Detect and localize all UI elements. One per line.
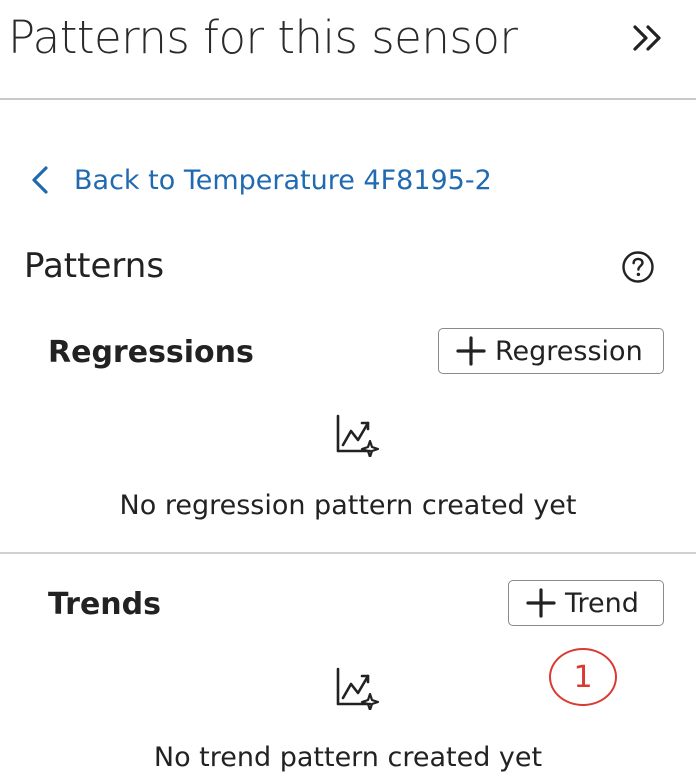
- regressions-empty-message: No regression pattern created yet: [119, 490, 577, 521]
- help-circle-icon: [622, 251, 654, 283]
- chevron-left-icon: [32, 166, 48, 194]
- add-trend-label: Trend: [565, 587, 639, 619]
- step-annotation-marker: 1: [549, 648, 617, 706]
- regressions-heading: Regressions: [48, 335, 254, 370]
- plus-icon: [526, 588, 556, 618]
- add-trend-button[interactable]: Trend: [508, 580, 664, 626]
- trends-heading: Trends: [48, 587, 161, 622]
- patterns-help-button[interactable]: [621, 250, 655, 284]
- add-regression-button[interactable]: Regression: [438, 328, 664, 374]
- collapse-panel-button[interactable]: [626, 16, 670, 60]
- patterns-panel: Patterns for this sensor Back to Tempera…: [0, 0, 696, 782]
- chart-sparkle-icon: [336, 667, 380, 710]
- plus-icon: [456, 336, 486, 366]
- back-to-sensor-link[interactable]: Back to Temperature 4F8195-2: [28, 158, 492, 202]
- back-link-label: Back to Temperature 4F8195-2: [74, 164, 492, 196]
- add-regression-label: Regression: [495, 335, 643, 367]
- section-divider: [0, 552, 696, 554]
- chart-sparkle-icon: [336, 414, 380, 457]
- double-chevron-right-icon: [633, 25, 661, 51]
- patterns-heading: Patterns: [24, 246, 165, 286]
- panel-title: Patterns for this sensor: [8, 11, 518, 64]
- panel-header: Patterns for this sensor: [0, 0, 696, 100]
- trends-empty-message: No trend pattern created yet: [153, 742, 543, 773]
